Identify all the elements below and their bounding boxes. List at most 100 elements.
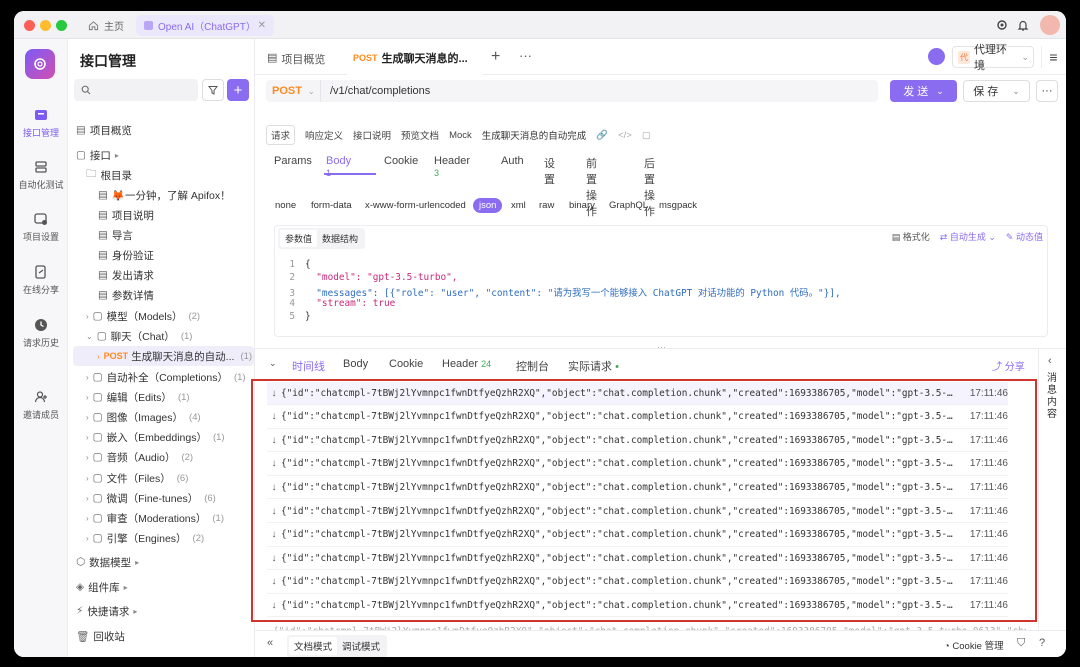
tree-doc[interactable]: ▤ 参数详情 (68, 285, 254, 305)
tree-folder[interactable]: › ▢ 审查（Moderations） (1) (68, 508, 254, 528)
timeline-row[interactable]: ↓ {"id":"chatcmpl-7tBWj2lYvmnpc1fwnDtfyeQ… (267, 500, 1008, 523)
more-button[interactable]: ··· (1036, 80, 1058, 102)
project-tab[interactable]: Open AI（ChatGPT）官... ✕ (136, 15, 274, 36)
filter-button[interactable] (202, 79, 224, 101)
chevron-down-icon[interactable]: ⌄ (269, 358, 277, 369)
sync-icon[interactable] (928, 48, 945, 65)
tab-response-header[interactable]: Header 24 (442, 358, 491, 370)
avatar[interactable] (1040, 15, 1060, 35)
tree-folder[interactable]: ⌄ ▢ 聊天（Chat） (1) (68, 326, 254, 346)
body-type-xml[interactable]: xml (511, 200, 526, 211)
timeline-row[interactable]: ↓ {"id":"chatcmpl-7tBWj2lYvmnpc1fwnDtfyeQ… (267, 571, 1008, 594)
menu-icon[interactable]: ≡ (1041, 46, 1065, 68)
chevron-left-icon[interactable]: ‹ (1048, 355, 1052, 367)
tree-folder[interactable]: › ▢ 引擎（Engines） (2) (68, 528, 254, 548)
send-button[interactable]: 发 送 ⌄ (890, 80, 957, 102)
sidebar-item-share[interactable]: 在线分享 (14, 264, 68, 296)
tree-item-selected-endpoint[interactable]: › POST 生成聊天消息的自动... (1) (73, 346, 254, 366)
project-logo[interactable] (25, 49, 55, 79)
tree-item-root[interactable]: 🗀 根目录 (68, 165, 254, 185)
more-tabs-icon[interactable]: ··· (519, 48, 532, 63)
tree-folder[interactable]: › ▢ 文件（Files） (6) (68, 468, 254, 488)
doc-tab-description[interactable]: 接口说明 (353, 128, 391, 142)
shirt-icon[interactable]: ⛉ (1017, 637, 1025, 650)
body-type-graphql[interactable]: GraphQL (609, 200, 648, 211)
body-type-json[interactable]: json (473, 198, 503, 213)
tab-response-cookie[interactable]: Cookie (389, 358, 423, 370)
sidebar-item-settings[interactable]: 项目设置 (14, 211, 68, 243)
tree-item-overview[interactable]: ▤ 项目概览 (68, 120, 254, 140)
gear-icon[interactable] (996, 19, 1008, 31)
save-button[interactable]: 保 存 ⌄ (963, 80, 1030, 102)
copy-icon[interactable]: ▢ (642, 130, 651, 141)
tree-folder[interactable]: › ▢ 微调（Fine-tunes） (6) (68, 488, 254, 508)
body-type-urlencoded[interactable]: x-www-form-urlencoded (365, 200, 466, 211)
tree-doc[interactable]: ▤ 导言 (68, 225, 254, 245)
add-tab-icon[interactable]: + (491, 48, 500, 66)
doc-tab-mock[interactable]: Mock (449, 130, 472, 141)
maximize-window-button[interactable] (56, 20, 67, 31)
body-type-msgpack[interactable]: msgpack (659, 200, 697, 211)
mode-values[interactable]: 参数值 (280, 230, 318, 247)
tree-doc[interactable]: ▤ 🦊一分钟，了解 Apifox！ (68, 185, 254, 205)
tree-folder[interactable]: › ▢ 图像（Images） (4) (68, 407, 254, 427)
tree-search-input[interactable] (74, 79, 198, 101)
doc-tab-response[interactable]: 响应定义 (305, 128, 343, 142)
message-content-side-panel[interactable]: ‹ 消息内容 (1038, 349, 1066, 645)
tree-item-trash[interactable]: 🗑 回收站 (68, 626, 254, 646)
tab-active-endpoint[interactable]: POST 生成聊天消息的... (347, 43, 483, 75)
home-tab[interactable]: 主页 (80, 15, 132, 36)
close-tab-icon[interactable]: ✕ (258, 20, 266, 31)
code-icon[interactable]: </> (618, 130, 632, 141)
tab-settings[interactable]: 设置 (544, 155, 555, 187)
format-button[interactable]: ▤ 格式化 (892, 230, 930, 243)
tree-item-components[interactable]: ◈ 组件库 ▸ (68, 577, 254, 597)
body-type-none[interactable]: none (275, 200, 296, 211)
sidebar-item-invite[interactable]: 邀请成员 (14, 389, 68, 421)
timeline-row[interactable]: ↓ {"id":"chatcmpl-7tBWj2lYvmnpc1fwnDtfyeQ… (267, 476, 1008, 500)
method-select[interactable]: POST ⌄ (266, 80, 321, 102)
dynamic-value-button[interactable]: ✎ 动态值 (1006, 230, 1043, 243)
body-type-binary[interactable]: binary (569, 200, 595, 211)
timeline-row[interactable]: ↓ {"id":"chatcmpl-7tBWj2lYvmnpc1fwnDtfyeQ… (267, 429, 1008, 453)
debug-mode-button[interactable]: 调试模式 (337, 637, 385, 655)
tree-doc[interactable]: ▤ 身份验证 (68, 245, 254, 265)
doc-tab-preview[interactable]: 预览文档 (401, 128, 439, 142)
add-button[interactable]: + (227, 79, 249, 101)
tree-item-interfaces[interactable]: ▢ 接口 ▸ (68, 145, 254, 165)
timeline-row[interactable]: ↓ {"id":"chatcmpl-7tBWj2lYvmnpc1fwnDtfyeQ… (267, 382, 1008, 405)
body-type-raw[interactable]: raw (539, 200, 554, 211)
tab-auth[interactable]: Auth (501, 155, 524, 167)
timeline-row[interactable]: ↓ {"id":"chatcmpl-7tBWj2lYvmnpc1fwnDtfyeQ… (267, 547, 1008, 571)
timeline-row[interactable]: ↓ {"id":"chatcmpl-7tBWj2lYvmnpc1fwnDtfyeQ… (267, 453, 1008, 476)
tree-folder[interactable]: › ▢ 嵌入（Embeddings） (1) (68, 427, 254, 447)
timeline-row[interactable]: ↓ {"id":"chatcmpl-7tBWj2lYvmnpc1fwnDtfyeQ… (267, 594, 1008, 618)
sidebar-item-api[interactable]: 接口管理 (14, 107, 68, 139)
tree-doc[interactable]: ▤ 发出请求 (68, 265, 254, 285)
tree-folder[interactable]: › ▢ 模型（Models） (2) (68, 306, 254, 326)
tree-doc[interactable]: ▤ 项目说明 (68, 205, 254, 225)
share-button[interactable]: ⤴ 分享 (992, 358, 1025, 373)
json-editor[interactable]: 参数值 数据结构 ▤ 格式化 ⇄ 自动生成 ⌄ ✎ 动态值 1{ 2 "mode… (274, 225, 1048, 337)
tab-params[interactable]: Params (274, 155, 312, 167)
tab-body[interactable]: Body 1 (326, 155, 351, 179)
body-type-form-data[interactable]: form-data (311, 200, 352, 211)
tab-cookie[interactable]: Cookie (384, 155, 418, 167)
close-window-button[interactable] (24, 20, 35, 31)
timeline-row[interactable]: ↓ {"id":"chatcmpl-7tBWj2lYvmnpc1fwnDtfyeQ… (267, 524, 1008, 547)
tab-response-body[interactable]: Body (343, 358, 368, 370)
cookie-manager-button[interactable]: ◔ Cookie 管理 (944, 638, 1004, 652)
tab-overview[interactable]: ▤ 项目概览 (267, 51, 325, 67)
minimize-window-button[interactable] (40, 20, 51, 31)
collapse-icon[interactable]: « (267, 637, 273, 649)
tree-item-quick-requests[interactable]: ⚡ 快捷请求 ▸ (68, 601, 254, 621)
url-input[interactable]: /v1/chat/completions (330, 85, 430, 97)
sidebar-item-automation[interactable]: 自动化测试 (14, 159, 68, 191)
sidebar-item-history[interactable]: 请求历史 (14, 317, 68, 349)
tree-folder[interactable]: › ▢ 音频（Audio） (2) (68, 447, 254, 467)
mode-schema[interactable]: 数据结构 (317, 230, 363, 247)
tree-folder[interactable]: › ▢ 编辑（Edits） (1) (68, 387, 254, 407)
help-icon[interactable]: ? (1039, 637, 1045, 649)
tree-item-data-models[interactable]: ⬡ 数据模型 ▸ (68, 552, 254, 572)
drag-handle-icon[interactable]: ··· (657, 342, 666, 352)
